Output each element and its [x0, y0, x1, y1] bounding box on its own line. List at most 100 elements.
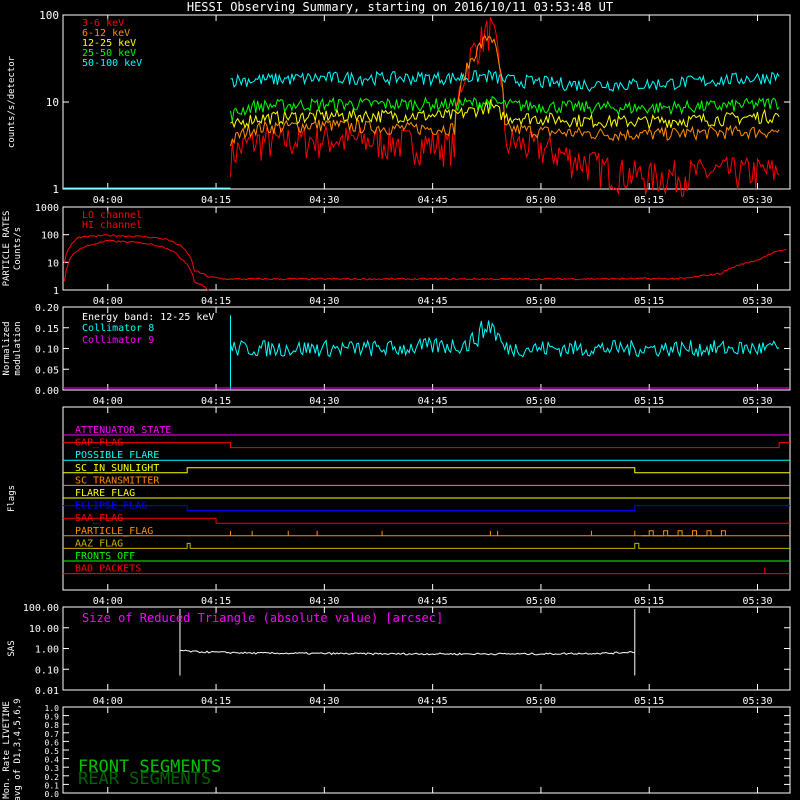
ytick-label: 1	[52, 183, 59, 196]
series-line-4	[230, 69, 780, 92]
axis-label-y: avg of D1,3,4,5,6,9	[13, 699, 23, 800]
ytick-label: 0.1	[45, 781, 60, 790]
ytick-label: 0.8	[45, 721, 60, 730]
xtick-label: 04:45	[418, 396, 448, 407]
axis-label-y: counts/s/detector	[7, 55, 17, 148]
xtick-label: 05:00	[526, 195, 556, 206]
ytick-label: 10.00	[29, 624, 59, 635]
xtick-label: 05:15	[634, 296, 664, 307]
ytick-label: 100.00	[23, 603, 59, 614]
xtick-label: 04:15	[201, 396, 231, 407]
ytick-label: 0.05	[35, 365, 59, 376]
flag-label: SC_IN_SUNLIGHT	[75, 463, 159, 474]
ytick-label: 0.10	[35, 665, 59, 676]
axis-label-y: Flags	[7, 485, 17, 512]
xtick-label: 04:15	[201, 195, 231, 206]
xtick-label: 04:30	[309, 296, 339, 307]
xtick-label: 05:15	[634, 195, 664, 206]
ytick-label: 0.00	[35, 386, 59, 397]
flag-label: FLARE_FLAG	[75, 488, 135, 499]
flag-label: PARTICLE_FLAG	[75, 526, 153, 537]
xtick-label: 04:45	[418, 296, 448, 307]
legend-entry: HI channel	[82, 220, 142, 231]
legend-entry: 50-100 keV	[82, 58, 142, 69]
particle-line-0	[63, 234, 787, 281]
axis-label-y: Normalized	[2, 321, 12, 375]
flag-line	[63, 467, 790, 474]
ytick-label: 0.3	[45, 764, 60, 773]
legend-title: Energy band: 12-25 keV	[82, 312, 214, 323]
xtick-label: 05:30	[742, 696, 772, 707]
xtick-label: 05:30	[742, 396, 772, 407]
xtick-label: 04:30	[309, 596, 339, 607]
flag-label: BAD_PACKETS	[75, 564, 141, 575]
xtick-label: 04:15	[201, 596, 231, 607]
ytick-label: 0.2	[45, 773, 60, 782]
legend-entry: Size of Reduced Triangle (absolute value…	[82, 611, 443, 625]
axis-label-y: Counts/s	[13, 227, 23, 270]
xtick-label: 05:00	[526, 296, 556, 307]
ytick-label: 1000	[35, 203, 59, 214]
flag-line	[63, 517, 790, 524]
flag-label: FRONTS_OFF	[75, 551, 135, 562]
flag-label: ATTENUATOR_STATE	[75, 425, 171, 436]
xtick-label: 05:15	[634, 696, 664, 707]
ytick-label: 1.00	[35, 645, 59, 656]
ytick-label: 0.9	[45, 713, 60, 722]
xtick-label: 05:30	[742, 296, 772, 307]
axis-label-y: Mon. Rate LIVETIME	[2, 701, 12, 799]
sas-line	[179, 649, 635, 656]
flag-label: AAZ_FLAG	[75, 538, 123, 549]
flag-line	[63, 505, 790, 512]
xtick-label: 04:00	[93, 195, 123, 206]
observing-summary-charts: 1 10 100 04:00 04:15 04:30 04:45 05:00 05:15 05:3…	[2, 9, 791, 800]
legend-entry: Collimator 9	[82, 335, 154, 346]
xtick-label: 04:15	[201, 296, 231, 307]
particle-line-1	[63, 239, 209, 291]
xtick-label: 05:30	[742, 195, 772, 206]
xtick-label: 04:30	[309, 195, 339, 206]
xtick-label: 05:15	[634, 596, 664, 607]
xtick-label: 05:15	[634, 396, 664, 407]
xtick-label: 05:00	[526, 596, 556, 607]
xtick-label: 04:45	[418, 696, 448, 707]
ytick-label: 0.7	[45, 730, 60, 739]
flag-label: POSSIBLE_FLARE	[75, 450, 159, 461]
xtick-label: 04:00	[93, 696, 123, 707]
ytick-label: 1.0	[45, 704, 60, 713]
particle-flag-pulses	[642, 530, 726, 537]
xtick-label: 04:45	[418, 596, 448, 607]
xtick-label: 04:00	[93, 396, 123, 407]
axis-label-y: modulation	[13, 321, 23, 375]
xtick-label: 04:15	[201, 696, 231, 707]
ytick-label: 0.5	[45, 747, 60, 756]
legend-entry: Collimator 8	[82, 323, 154, 334]
xtick-label: 04:00	[93, 596, 123, 607]
ytick-label: 1	[53, 286, 59, 297]
ytick-label: 0.6	[45, 738, 60, 747]
ytick-label: 100	[41, 231, 59, 242]
xtick-label: 04:45	[418, 195, 448, 206]
ytick-label: 0.15	[35, 324, 59, 335]
xtick-label: 04:30	[309, 396, 339, 407]
flag-line	[63, 442, 790, 449]
legend-entry: REAR SEGMENTS	[78, 769, 211, 789]
ytick-label: 0.4	[45, 756, 60, 765]
xtick-label: 05:30	[742, 596, 772, 607]
ytick-label: 0.01	[35, 686, 59, 697]
xtick-label: 04:30	[309, 696, 339, 707]
flag-label: SC_TRANSMITTER	[75, 475, 160, 486]
flag-line	[63, 542, 790, 549]
xtick-label: 04:00	[93, 296, 123, 307]
xtick-label: 05:00	[526, 696, 556, 707]
ytick-label: 10	[46, 96, 59, 109]
modulation-line-0	[230, 320, 780, 358]
axis-label-y: PARTICLE RATES	[2, 211, 12, 287]
ytick-label: 0.10	[35, 345, 59, 356]
ytick-label: 0.20	[35, 303, 59, 314]
ytick-label: 0.0	[45, 790, 60, 799]
axis-label-y: SAS	[7, 640, 17, 656]
ytick-label: 10	[47, 258, 59, 269]
xtick-label: 05:00	[526, 396, 556, 407]
ytick-label: 100	[39, 9, 59, 22]
